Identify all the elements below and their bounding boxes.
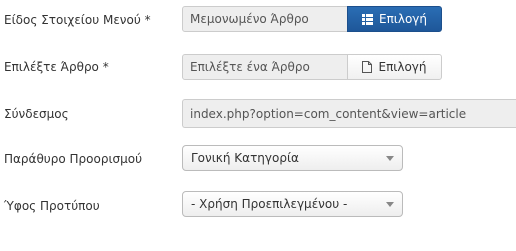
- target-window-select[interactable]: Γονική Κατηγορία: [182, 145, 403, 171]
- target-window-label: Παράθυρο Προορισμού: [4, 152, 143, 166]
- template-style-selected: - Χρήση Προεπιλεγμένου -: [191, 197, 348, 211]
- menu-item-type-select-button[interactable]: Επιλογή: [347, 6, 442, 32]
- select-article-label: Επιλέξτε Άρθρο *: [4, 60, 109, 74]
- chevron-down-icon: [386, 155, 394, 161]
- file-icon: [362, 61, 373, 73]
- link-field: index.php?option=com_content&view=articl…: [182, 99, 516, 128]
- select-article-button-label: Επιλογή: [378, 60, 427, 74]
- link-label: Σύνδεσμος: [4, 107, 69, 121]
- list-icon: [361, 13, 373, 25]
- template-style-label: Ύφος Προτύπου: [4, 199, 100, 213]
- menu-item-type-label: Είδος Στοιχείου Μενού *: [4, 13, 151, 27]
- template-style-select[interactable]: - Χρήση Προεπιλεγμένου -: [182, 191, 403, 217]
- menu-item-type-button-label: Επιλογή: [378, 12, 428, 26]
- menu-item-type-field: Μεμονωμένο Άρθρο: [182, 6, 348, 32]
- target-window-selected: Γονική Κατηγορία: [191, 151, 299, 165]
- menu-item-form: Είδος Στοιχείου Μενού * Μεμονωμένο Άρθρο…: [0, 0, 516, 251]
- select-article-field: Επιλέξτε ένα Άρθρο: [182, 54, 348, 80]
- chevron-down-icon: [386, 201, 394, 207]
- select-article-button[interactable]: Επιλογή: [347, 54, 442, 80]
